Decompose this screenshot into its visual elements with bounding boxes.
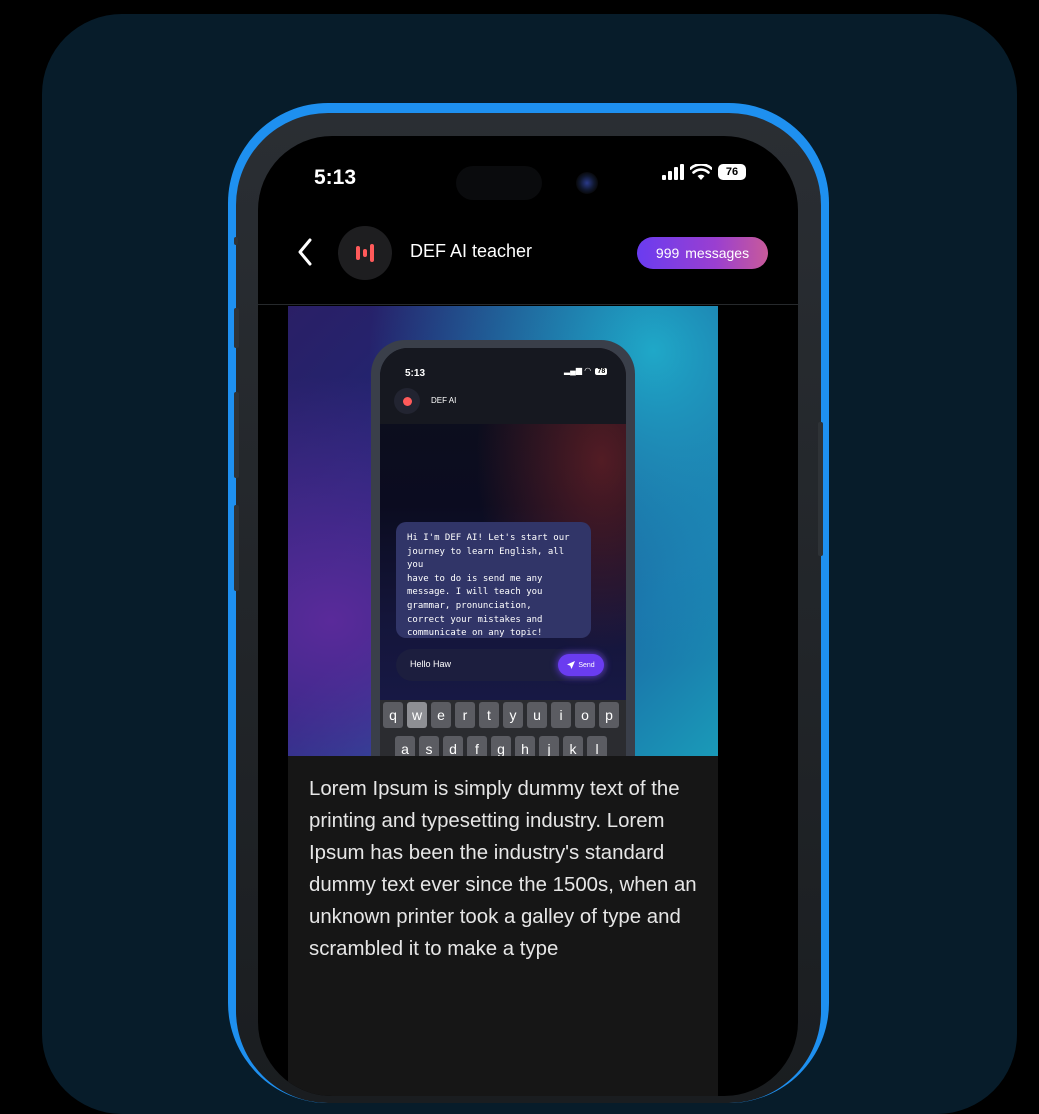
image-key-r: r [455,702,475,728]
power-button [818,422,823,556]
image-chat-name: DEF AI [431,396,457,405]
image-send-label: Send [578,661,595,669]
image-battery: 78 [595,368,608,375]
image-key-k: k [563,736,583,756]
action-button [234,237,238,245]
message-image[interactable]: 5:13 ▂▄▆ ◠ 78 DEF AI Hi I'm DEF AI! Let'… [288,306,718,756]
image-chat-bubble: Hi I'm DEF AI! Let's start our journey t… [396,522,591,638]
image-key-w: w [407,702,427,728]
chat-title: DEF AI teacher [410,241,533,261]
image-key-y: y [503,702,523,728]
image-key-i: i [551,702,571,728]
image-avatar [394,388,420,414]
status-indicators: 76 [662,164,746,180]
message-count-badge[interactable]: 999 messages [637,237,768,269]
image-key-d: d [443,736,463,756]
image-keyboard-row-1: qwertyuiop [383,702,619,728]
phone-screen: 5:13 76 DEF AI teacher 999 messages 5:13… [258,136,798,1096]
message-text: Lorem Ipsum is simply dummy text of the … [309,778,697,960]
dynamic-island [456,166,542,200]
image-key-j: j [539,736,559,756]
mute-button [234,308,239,348]
battery-indicator: 76 [718,164,746,180]
camera-icon [576,172,598,194]
image-keyboard: qwertyuiop asdfghjkl [380,700,626,756]
image-status-time: 5:13 [405,368,426,379]
message-text-block: Lorem Ipsum is simply dummy text of the … [288,756,718,1096]
image-chat-header [380,348,626,424]
image-message-input: Hello Haw Send [396,649,608,681]
image-key-g: g [491,736,511,756]
image-key-u: u [527,702,547,728]
image-key-o: o [575,702,595,728]
volume-down-button [234,505,239,591]
image-phone-screen: 5:13 ▂▄▆ ◠ 78 DEF AI Hi I'm DEF AI! Let'… [380,348,626,756]
volume-up-button [234,392,239,478]
wifi-icon [690,164,712,180]
status-time: 5:13 [314,166,357,189]
image-keyboard-row-2: asdfghjkl [395,736,607,756]
image-input-value: Hello Haw [410,659,452,669]
image-key-p: p [599,702,619,728]
image-key-t: t [479,702,499,728]
avatar[interactable] [338,226,392,280]
voice-bars-icon [356,244,374,262]
image-key-f: f [467,736,487,756]
image-signal-icon: ▂▄▆ [564,366,582,375]
image-status-indicators: ▂▄▆ ◠ 78 [564,366,608,375]
image-key-a: a [395,736,415,756]
image-key-h: h [515,736,535,756]
image-phone-mockup: 5:13 ▂▄▆ ◠ 78 DEF AI Hi I'm DEF AI! Let'… [371,340,635,756]
image-send-button: Send [558,654,604,676]
image-wifi-icon: ◠ [584,366,592,375]
chevron-left-icon[interactable] [296,237,314,267]
image-key-l: l [587,736,607,756]
signal-icon [662,164,684,180]
paper-plane-icon [567,661,576,669]
image-key-e: e [431,702,451,728]
image-key-s: s [419,736,439,756]
image-record-dot-icon [402,396,412,406]
image-key-q: q [383,702,403,728]
header-divider [258,304,798,305]
badge-count: 999 [655,245,680,261]
badge-label: messages [685,245,750,261]
